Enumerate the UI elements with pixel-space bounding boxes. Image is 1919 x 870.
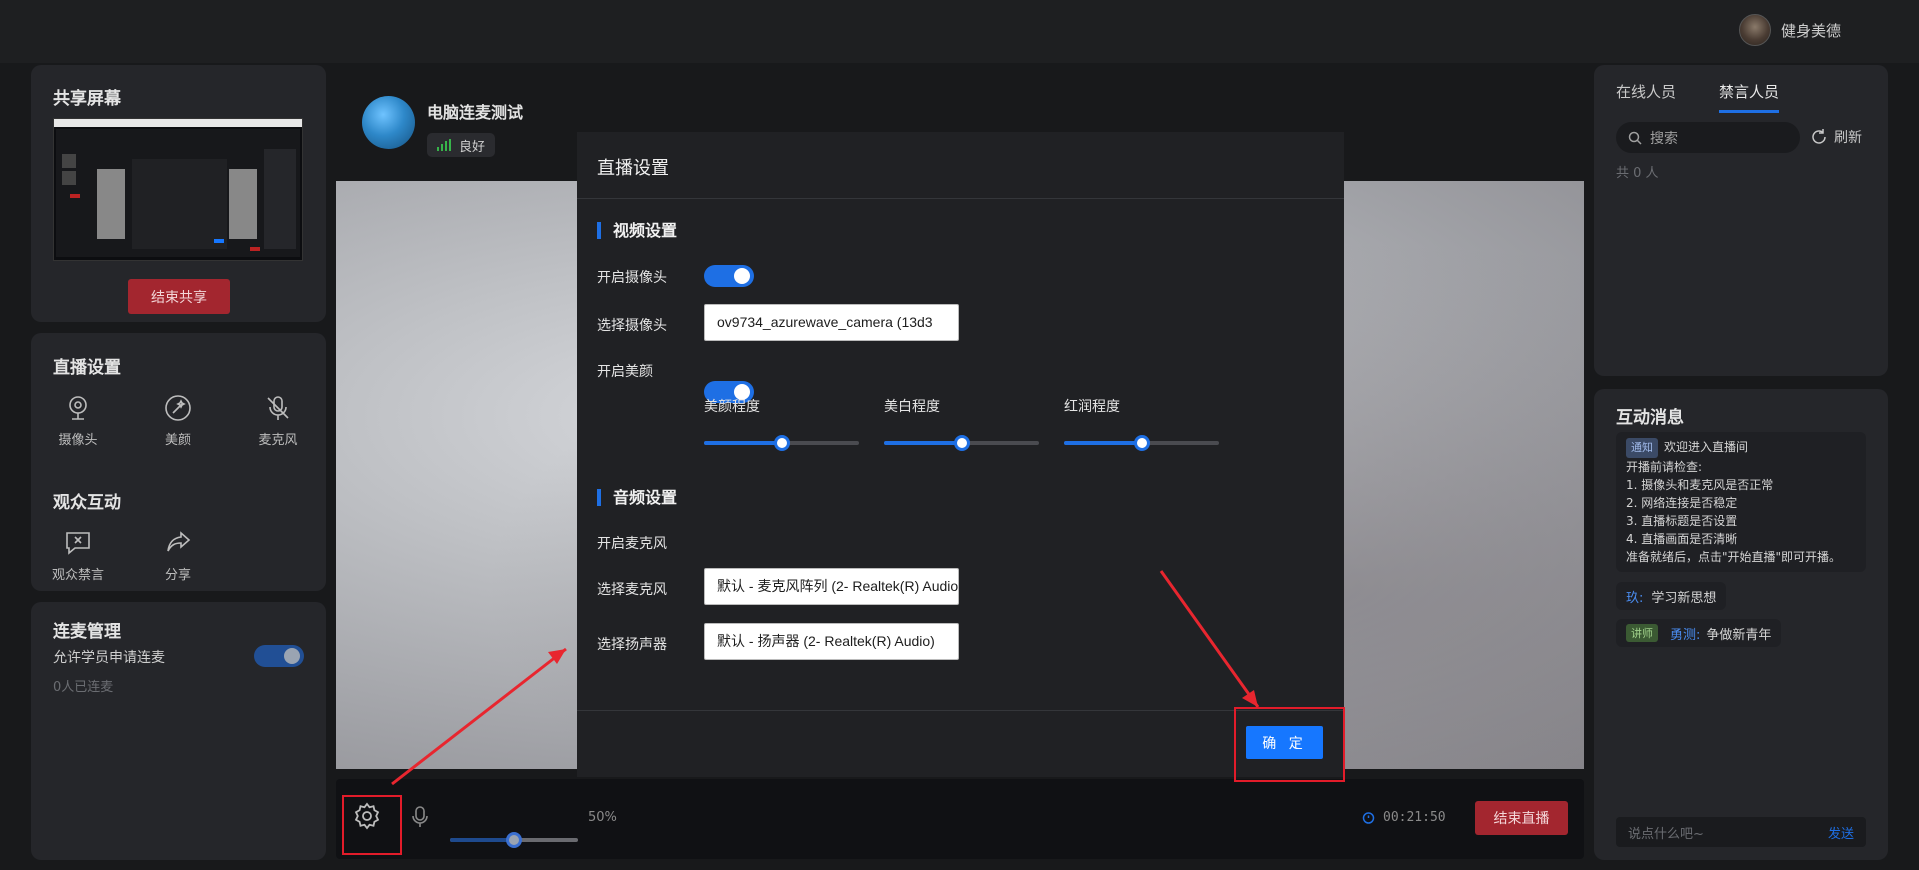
annotation-arrows	[391, 570, 1260, 786]
arrow-to-confirm	[1159, 570, 1260, 708]
arrow-to-settings	[391, 647, 567, 786]
